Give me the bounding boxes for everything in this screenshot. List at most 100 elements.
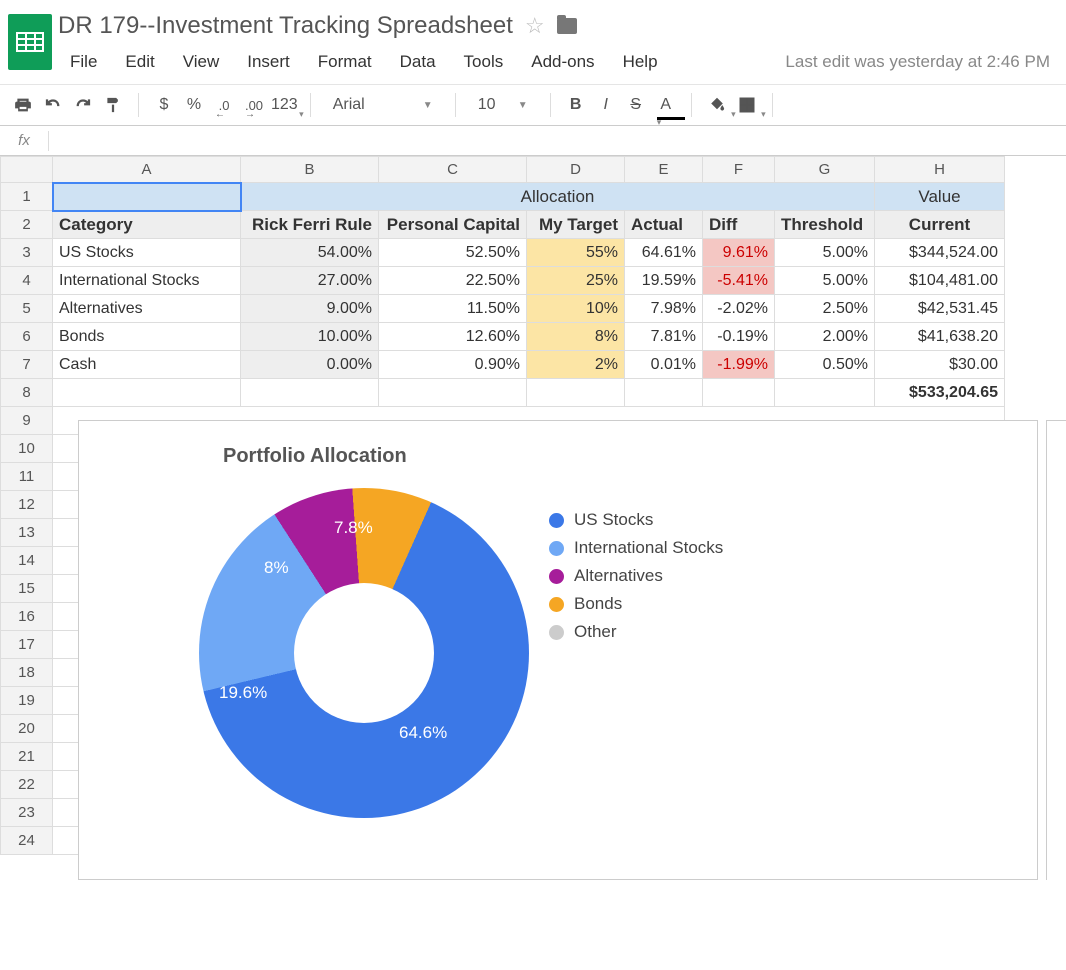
cell[interactable]: -0.19% <box>703 323 775 351</box>
menu-insert[interactable]: Insert <box>233 48 304 76</box>
sheets-logo[interactable] <box>4 8 56 78</box>
cell[interactable]: 7.98% <box>625 295 703 323</box>
document-title[interactable]: DR 179--Investment Tracking Spreadsheet <box>58 12 513 40</box>
more-formats-button[interactable]: 123 <box>271 91 298 119</box>
star-icon[interactable]: ☆ <box>525 13 545 39</box>
col-header-F[interactable]: F <box>703 157 775 183</box>
cell[interactable]: 2.00% <box>775 323 875 351</box>
increase-decimal-button[interactable]: .00→ <box>241 91 267 119</box>
cell[interactable]: US Stocks <box>53 239 241 267</box>
col-header-G[interactable]: G <box>775 157 875 183</box>
cell[interactable]: 5.00% <box>775 267 875 295</box>
bold-button[interactable]: B <box>563 91 589 119</box>
row-header[interactable]: 12 <box>1 491 53 519</box>
cell[interactable]: 0.90% <box>379 351 527 379</box>
row-header[interactable]: 24 <box>1 827 53 855</box>
col-header-B[interactable]: B <box>241 157 379 183</box>
row-header[interactable]: 11 <box>1 463 53 491</box>
cell[interactable]: 25% <box>527 267 625 295</box>
header-category[interactable]: Category <box>53 211 241 239</box>
row-header[interactable]: 8 <box>1 379 53 407</box>
row-header[interactable]: 13 <box>1 519 53 547</box>
cell[interactable]: 0.00% <box>241 351 379 379</box>
strikethrough-button[interactable]: S <box>623 91 649 119</box>
print-button[interactable] <box>10 91 36 119</box>
cell-A1[interactable] <box>53 183 241 211</box>
menu-file[interactable]: File <box>56 48 111 76</box>
row-header[interactable]: 6 <box>1 323 53 351</box>
italic-button[interactable]: I <box>593 91 619 119</box>
header-diff[interactable]: Diff <box>703 211 775 239</box>
cell[interactable]: 9.00% <box>241 295 379 323</box>
redo-button[interactable] <box>70 91 96 119</box>
cell[interactable]: 54.00% <box>241 239 379 267</box>
row-header[interactable]: 15 <box>1 575 53 603</box>
menu-addons[interactable]: Add-ons <box>517 48 608 76</box>
header-pc[interactable]: Personal Capital <box>379 211 527 239</box>
header-threshold[interactable]: Threshold <box>775 211 875 239</box>
total-cell[interactable]: $533,204.65 <box>875 379 1005 407</box>
cell[interactable] <box>527 379 625 407</box>
undo-button[interactable] <box>40 91 66 119</box>
cell[interactable]: 8% <box>527 323 625 351</box>
cell[interactable]: 2.50% <box>775 295 875 323</box>
cell[interactable]: 0.01% <box>625 351 703 379</box>
cell[interactable]: $344,524.00 <box>875 239 1005 267</box>
row-header[interactable]: 19 <box>1 687 53 715</box>
cell[interactable] <box>53 379 241 407</box>
cell[interactable]: 55% <box>527 239 625 267</box>
row-header[interactable]: 5 <box>1 295 53 323</box>
formula-input[interactable] <box>49 132 1066 149</box>
row-header[interactable]: 2 <box>1 211 53 239</box>
cell[interactable]: 2% <box>527 351 625 379</box>
menu-view[interactable]: View <box>169 48 234 76</box>
paint-format-button[interactable] <box>100 91 126 119</box>
col-header-C[interactable]: C <box>379 157 527 183</box>
menu-format[interactable]: Format <box>304 48 386 76</box>
cell[interactable]: 22.50% <box>379 267 527 295</box>
menu-edit[interactable]: Edit <box>111 48 168 76</box>
cell[interactable]: 11.50% <box>379 295 527 323</box>
header-current[interactable]: Current <box>875 211 1005 239</box>
cell[interactable]: International Stocks <box>53 267 241 295</box>
row-header[interactable]: 14 <box>1 547 53 575</box>
header-target[interactable]: My Target <box>527 211 625 239</box>
cell[interactable]: 10% <box>527 295 625 323</box>
format-percent-button[interactable]: % <box>181 91 207 119</box>
folder-icon[interactable] <box>557 18 577 34</box>
cell[interactable]: 7.81% <box>625 323 703 351</box>
spreadsheet-grid[interactable]: A B C D E F G H 1 Allocation Value 2 Cat… <box>0 156 1066 855</box>
value-header[interactable]: Value <box>875 183 1005 211</box>
row-header[interactable]: 4 <box>1 267 53 295</box>
select-all-corner[interactable] <box>1 157 53 183</box>
decrease-decimal-button[interactable]: .0← <box>211 91 237 119</box>
row-header[interactable]: 20 <box>1 715 53 743</box>
row-header[interactable]: 21 <box>1 743 53 771</box>
text-color-button[interactable]: A <box>653 91 679 119</box>
cell[interactable]: $41,638.20 <box>875 323 1005 351</box>
allocation-header[interactable]: Allocation <box>241 183 875 211</box>
font-size-select[interactable]: 10 ▼ <box>468 91 538 119</box>
menu-help[interactable]: Help <box>609 48 672 76</box>
cell[interactable]: -2.02% <box>703 295 775 323</box>
cell[interactable]: 64.61% <box>625 239 703 267</box>
cell[interactable]: $104,481.00 <box>875 267 1005 295</box>
col-header-E[interactable]: E <box>625 157 703 183</box>
cell[interactable]: Bonds <box>53 323 241 351</box>
cell[interactable]: 19.59% <box>625 267 703 295</box>
row-header[interactable]: 16 <box>1 603 53 631</box>
cell[interactable]: 0.50% <box>775 351 875 379</box>
cell[interactable] <box>379 379 527 407</box>
row-header[interactable]: 23 <box>1 799 53 827</box>
row-header[interactable]: 9 <box>1 407 53 435</box>
row-header[interactable]: 3 <box>1 239 53 267</box>
col-header-A[interactable]: A <box>53 157 241 183</box>
cell[interactable] <box>241 379 379 407</box>
row-header[interactable]: 10 <box>1 435 53 463</box>
menu-data[interactable]: Data <box>386 48 450 76</box>
menu-tools[interactable]: Tools <box>450 48 518 76</box>
col-header-H[interactable]: H <box>875 157 1005 183</box>
borders-button[interactable] <box>734 91 760 119</box>
cell[interactable]: 52.50% <box>379 239 527 267</box>
cell[interactable]: 10.00% <box>241 323 379 351</box>
